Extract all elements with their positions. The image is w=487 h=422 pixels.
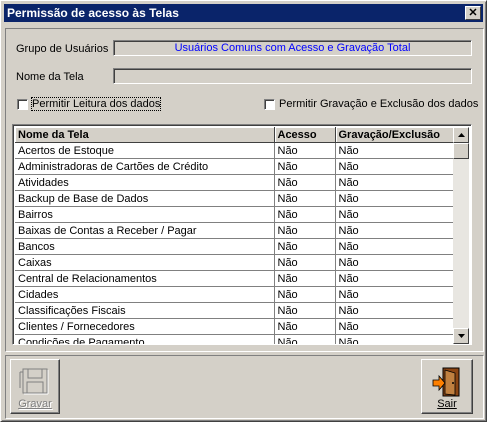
screen-name-cell[interactable]: Bancos	[15, 238, 275, 255]
gravacao-cell[interactable]: Não	[335, 270, 455, 287]
acesso-cell[interactable]: Não	[274, 302, 336, 319]
table-row[interactable]: Clientes / Fornecedores Não Não	[15, 318, 455, 335]
title-bar: Permissão de acesso às Telas ✕	[4, 4, 483, 22]
acesso-cell[interactable]: Não	[274, 318, 336, 335]
grid-rows: Acertos de Estoque Não Não Administradoras …	[15, 142, 455, 344]
table-row[interactable]: Acertos de Estoque Não Não	[15, 142, 455, 159]
table-row[interactable]: Cidades Não Não	[15, 286, 455, 303]
sair-button[interactable]: Sair	[421, 359, 473, 414]
scroll-thumb[interactable]	[453, 143, 469, 159]
leitura-checkbox-label[interactable]: Permitir Leitura dos dados	[30, 97, 162, 111]
exit-door-icon	[432, 367, 460, 397]
gravacao-cell[interactable]: Não	[335, 142, 455, 159]
sair-label: Sair	[437, 398, 457, 410]
table-row[interactable]: Central de Relacionamentos Não Não	[15, 270, 455, 287]
gravacao-cell[interactable]: Não	[335, 286, 455, 303]
screen-name-cell[interactable]: Atividades	[15, 174, 275, 191]
screen-name-cell[interactable]: Cidades	[15, 286, 275, 303]
table-row[interactable]: Atividades Não Não	[15, 174, 455, 191]
col-header-gravacao[interactable]: Gravação/Exclusão	[335, 127, 455, 143]
gravacao-checkbox-group[interactable]: Permitir Gravação e Exclusão dos dados	[264, 98, 478, 110]
screen-name-cell[interactable]: Caixas	[15, 254, 275, 271]
screen-name-cell[interactable]: Baixas de Contas a Receber / Pagar	[15, 222, 275, 239]
table-row[interactable]: Administradoras de Cartões de Crédito Não…	[15, 158, 455, 175]
grupo-field[interactable]: Usuários Comuns com Acesso e Gravação To…	[113, 40, 472, 56]
acesso-cell[interactable]: Não	[274, 238, 336, 255]
acesso-cell[interactable]: Não	[274, 206, 336, 223]
nome-tela-label: Nome da Tela	[16, 71, 84, 83]
acesso-cell[interactable]: Não	[274, 270, 336, 287]
acesso-cell[interactable]: Não	[274, 334, 336, 344]
grupo-label: Grupo de Usuários	[16, 43, 109, 55]
acesso-cell[interactable]: Não	[274, 158, 336, 175]
screen-name-cell[interactable]: Classificações Fiscais	[15, 302, 275, 319]
col-header-nome[interactable]: Nome da Tela	[15, 127, 275, 143]
screen-name-cell[interactable]: Backup de Base de Dados	[15, 190, 275, 207]
gravacao-cell[interactable]: Não	[335, 334, 455, 344]
actions-panel: Gravar Sair	[5, 355, 484, 419]
screens-table: Nome da Tela Acesso Gravação/Exclusão Ac…	[15, 127, 455, 344]
vertical-scrollbar[interactable]	[453, 127, 469, 344]
screen-name-cell[interactable]: Condições de Pagamento	[15, 334, 275, 344]
table-row[interactable]: Condições de Pagamento Não Não	[15, 334, 455, 344]
gravacao-cell[interactable]: Não	[335, 174, 455, 191]
screen-name-cell[interactable]: Bairros	[15, 206, 275, 223]
gravacao-cell[interactable]: Não	[335, 238, 455, 255]
floppy-disk-icon	[19, 368, 49, 395]
table-row[interactable]: Caixas Não Não	[15, 254, 455, 271]
screens-grid[interactable]: Nome da Tela Acesso Gravação/Exclusão Ac…	[12, 124, 472, 345]
acesso-cell[interactable]: Não	[274, 174, 336, 191]
col-header-acesso[interactable]: Acesso	[274, 127, 336, 143]
acesso-cell[interactable]: Não	[274, 190, 336, 207]
acesso-cell[interactable]: Não	[274, 254, 336, 271]
gravar-button[interactable]: Gravar	[10, 359, 60, 414]
gravacao-cell[interactable]: Não	[335, 158, 455, 175]
scroll-down-button[interactable]	[453, 328, 469, 344]
screen-name-cell[interactable]: Clientes / Fornecedores	[15, 318, 275, 335]
arrow-down-icon	[457, 334, 465, 338]
gravacao-checkbox[interactable]	[264, 98, 275, 110]
table-row[interactable]: Bancos Não Não	[15, 238, 455, 255]
acesso-cell[interactable]: Não	[274, 222, 336, 239]
leitura-checkbox[interactable]	[17, 98, 28, 110]
screen-name-cell[interactable]: Central de Relacionamentos	[15, 270, 275, 287]
close-button[interactable]: ✕	[465, 6, 481, 20]
leitura-checkbox-group[interactable]: Permitir Leitura dos dados	[17, 97, 162, 111]
gravacao-cell[interactable]: Não	[335, 302, 455, 319]
scroll-up-button[interactable]	[453, 127, 469, 143]
arrow-up-icon	[457, 133, 465, 137]
table-row[interactable]: Backup de Base de Dados Não Não	[15, 190, 455, 207]
gravacao-cell[interactable]: Não	[335, 222, 455, 239]
grid-header-row: Nome da Tela Acesso Gravação/Exclusão	[15, 127, 455, 143]
table-row[interactable]: Baixas de Contas a Receber / Pagar Não Não	[15, 222, 455, 239]
gravacao-cell[interactable]: Não	[335, 254, 455, 271]
gravacao-cell[interactable]: Não	[335, 206, 455, 223]
table-row[interactable]: Bairros Não Não	[15, 206, 455, 223]
table-row[interactable]: Classificações Fiscais Não Não	[15, 302, 455, 319]
close-icon: ✕	[468, 6, 478, 19]
window-title: Permissão de acesso às Telas	[7, 6, 179, 20]
grid-body: Nome da Tela Acesso Gravação/Exclusão Ac…	[15, 127, 455, 344]
acesso-cell[interactable]: Não	[274, 142, 336, 159]
nome-tela-field[interactable]	[113, 68, 472, 84]
gravacao-cell[interactable]: Não	[335, 190, 455, 207]
permission-window: Permissão de acesso às Telas ✕ Grupo de …	[0, 0, 487, 422]
acesso-cell[interactable]: Não	[274, 286, 336, 303]
gravacao-checkbox-label[interactable]: Permitir Gravação e Exclusão dos dados	[279, 98, 478, 110]
screen-name-cell[interactable]: Acertos de Estoque	[15, 142, 275, 159]
screen-name-cell[interactable]: Administradoras de Cartões de Crédito	[15, 158, 275, 175]
gravacao-cell[interactable]: Não	[335, 318, 455, 335]
gravar-label: Gravar	[18, 398, 52, 410]
